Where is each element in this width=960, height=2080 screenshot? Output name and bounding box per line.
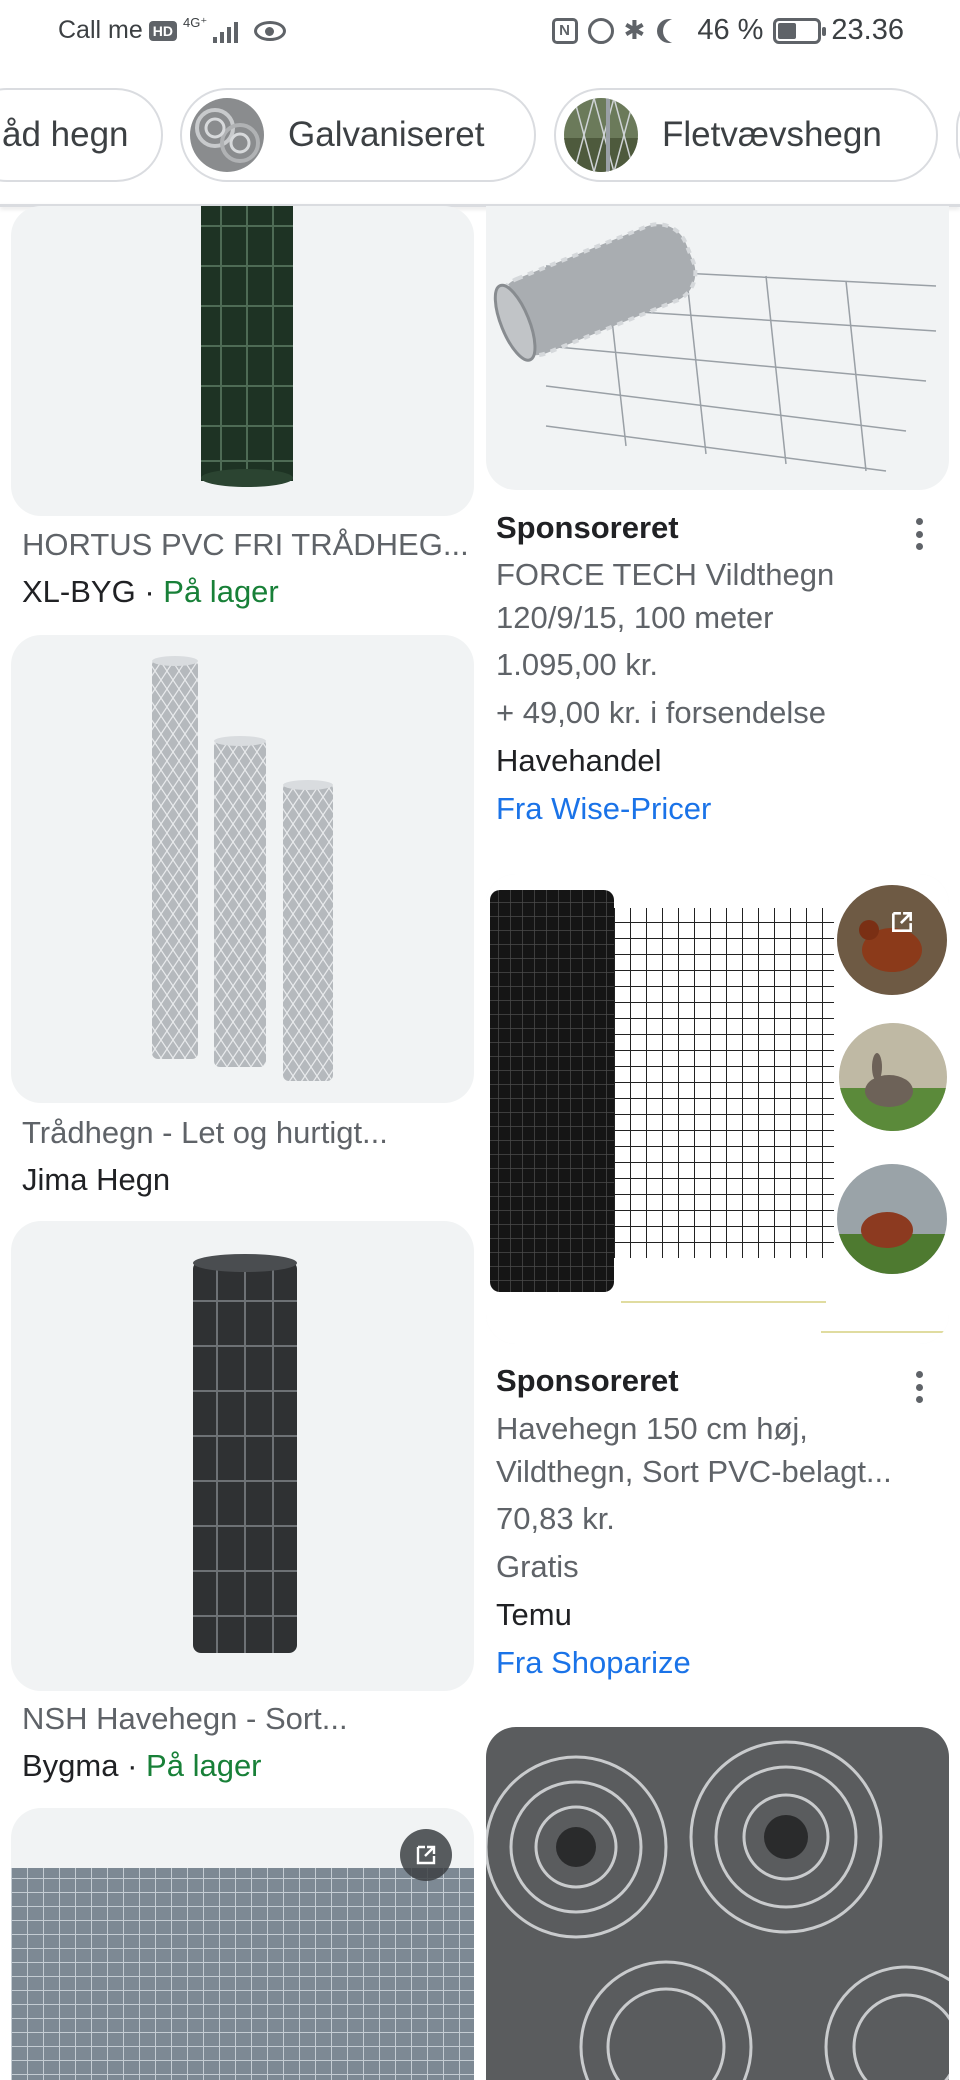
kebab-dot	[915, 1371, 923, 1378]
ad-image-force-tech[interactable]	[486, 206, 949, 490]
do-not-disturb-icon	[663, 19, 687, 43]
ad-shipping: Gratis	[496, 1549, 579, 1584]
seller-name: XL-BYG	[22, 574, 136, 609]
product-image-tradhegn[interactable]	[11, 635, 474, 1103]
ad-source-link[interactable]: Fra Wise-Pricer	[496, 791, 711, 827]
product-title[interactable]: HORTUS PVC FRI TRÅDHEG...	[22, 527, 469, 563]
ad-title-line2[interactable]: Vildthegn, Sort PVC-belagt...	[496, 1454, 892, 1490]
ad-price: 70,83 kr.	[496, 1501, 615, 1536]
ad-title-line1[interactable]: FORCE TECH Vildthegn	[496, 557, 834, 593]
status-right: N ✱ 46 % 23.36	[551, 14, 904, 47]
battery-icon	[773, 17, 827, 44]
more-options-button[interactable]	[899, 1365, 939, 1409]
battery-percent: 46 %	[697, 14, 764, 46]
separator: ·	[135, 574, 164, 609]
stock-status: På lager	[146, 1748, 262, 1783]
chip-tradhegn[interactable]: åd hegn	[0, 88, 163, 182]
chip-galvaniseret[interactable]: Galvaniseret	[180, 88, 536, 182]
sponsored-label: Sponsoreret	[496, 1363, 679, 1398]
alarm-icon	[587, 17, 614, 44]
kebab-dot	[915, 530, 923, 538]
product-seller: Bygma · På lager	[22, 1748, 262, 1784]
kebab-dot	[915, 543, 923, 550]
chip-thumbnail	[190, 98, 264, 172]
clock: 23.36	[831, 14, 904, 46]
carrier-label: Call me	[58, 16, 143, 44]
open-external-icon	[892, 912, 912, 932]
ad-shipping: + 49,00 kr. i forsendelse	[496, 695, 827, 730]
chip-thumbnail	[564, 98, 638, 172]
ad-source-link[interactable]: Fra Shoparize	[496, 1645, 691, 1681]
status-bar: Call me HD 4G⁺ N ✱ 46 % 23.36	[0, 0, 960, 66]
ad-thumb-rabbit[interactable]	[839, 1023, 947, 1131]
stock-status: På lager	[163, 574, 279, 609]
chip-label: åd hegn	[2, 115, 129, 154]
product-seller: Jima Hegn	[22, 1162, 170, 1198]
seller-name: Bygma	[22, 1748, 119, 1783]
ad-title-line1[interactable]: Havehegn 150 cm høj,	[496, 1411, 808, 1447]
product-title[interactable]: NSH Havehegn - Sort...	[22, 1701, 348, 1737]
chip-fletvaevshegn[interactable]: Fletvævshegn	[554, 88, 938, 182]
nfc-icon: N	[551, 17, 578, 44]
open-external-icon	[416, 1845, 436, 1865]
filter-chips: åd hegn Galvaniseret Fletvævshegn	[0, 86, 960, 186]
ad-title-line2[interactable]: 120/9/15, 100 meter	[496, 600, 773, 636]
ad-seller: Temu	[496, 1597, 572, 1632]
kebab-dot	[915, 1383, 923, 1391]
seller-name: Jima Hegn	[22, 1162, 171, 1197]
signal-icon	[213, 19, 239, 43]
ad-price: 1.095,00 kr.	[496, 647, 659, 682]
product-image-nsh[interactable]	[11, 1221, 474, 1691]
separator: ·	[118, 1748, 147, 1783]
product-title[interactable]: Trådhegn - Let og hurtigt...	[22, 1115, 388, 1151]
status-left: Call me HD 4G⁺	[58, 14, 287, 45]
more-options-button[interactable]	[899, 512, 939, 556]
chip-label: Galvaniseret	[288, 115, 485, 154]
product-seller: XL-BYG · På lager	[22, 574, 279, 610]
open-external-button[interactable]	[400, 1829, 452, 1881]
hd-voice-icon: HD	[148, 20, 177, 41]
chip-label: Fletvævshegn	[662, 115, 882, 154]
bluetooth-icon: ✱	[623, 15, 646, 45]
product-image-hortus[interactable]	[11, 206, 474, 516]
kebab-dot	[915, 518, 923, 525]
ad-thumb-hen[interactable]	[837, 1164, 947, 1274]
open-external-button[interactable]	[876, 896, 928, 948]
eye-icon	[254, 20, 287, 41]
ad-seller: Havehandel	[496, 743, 662, 778]
sponsored-label: Sponsoreret	[496, 510, 679, 545]
kebab-dot	[915, 1396, 923, 1403]
product-image-wire-rolls[interactable]	[486, 1727, 949, 2080]
network-type: 4G⁺	[182, 14, 208, 30]
chip-more[interactable]	[956, 88, 960, 182]
